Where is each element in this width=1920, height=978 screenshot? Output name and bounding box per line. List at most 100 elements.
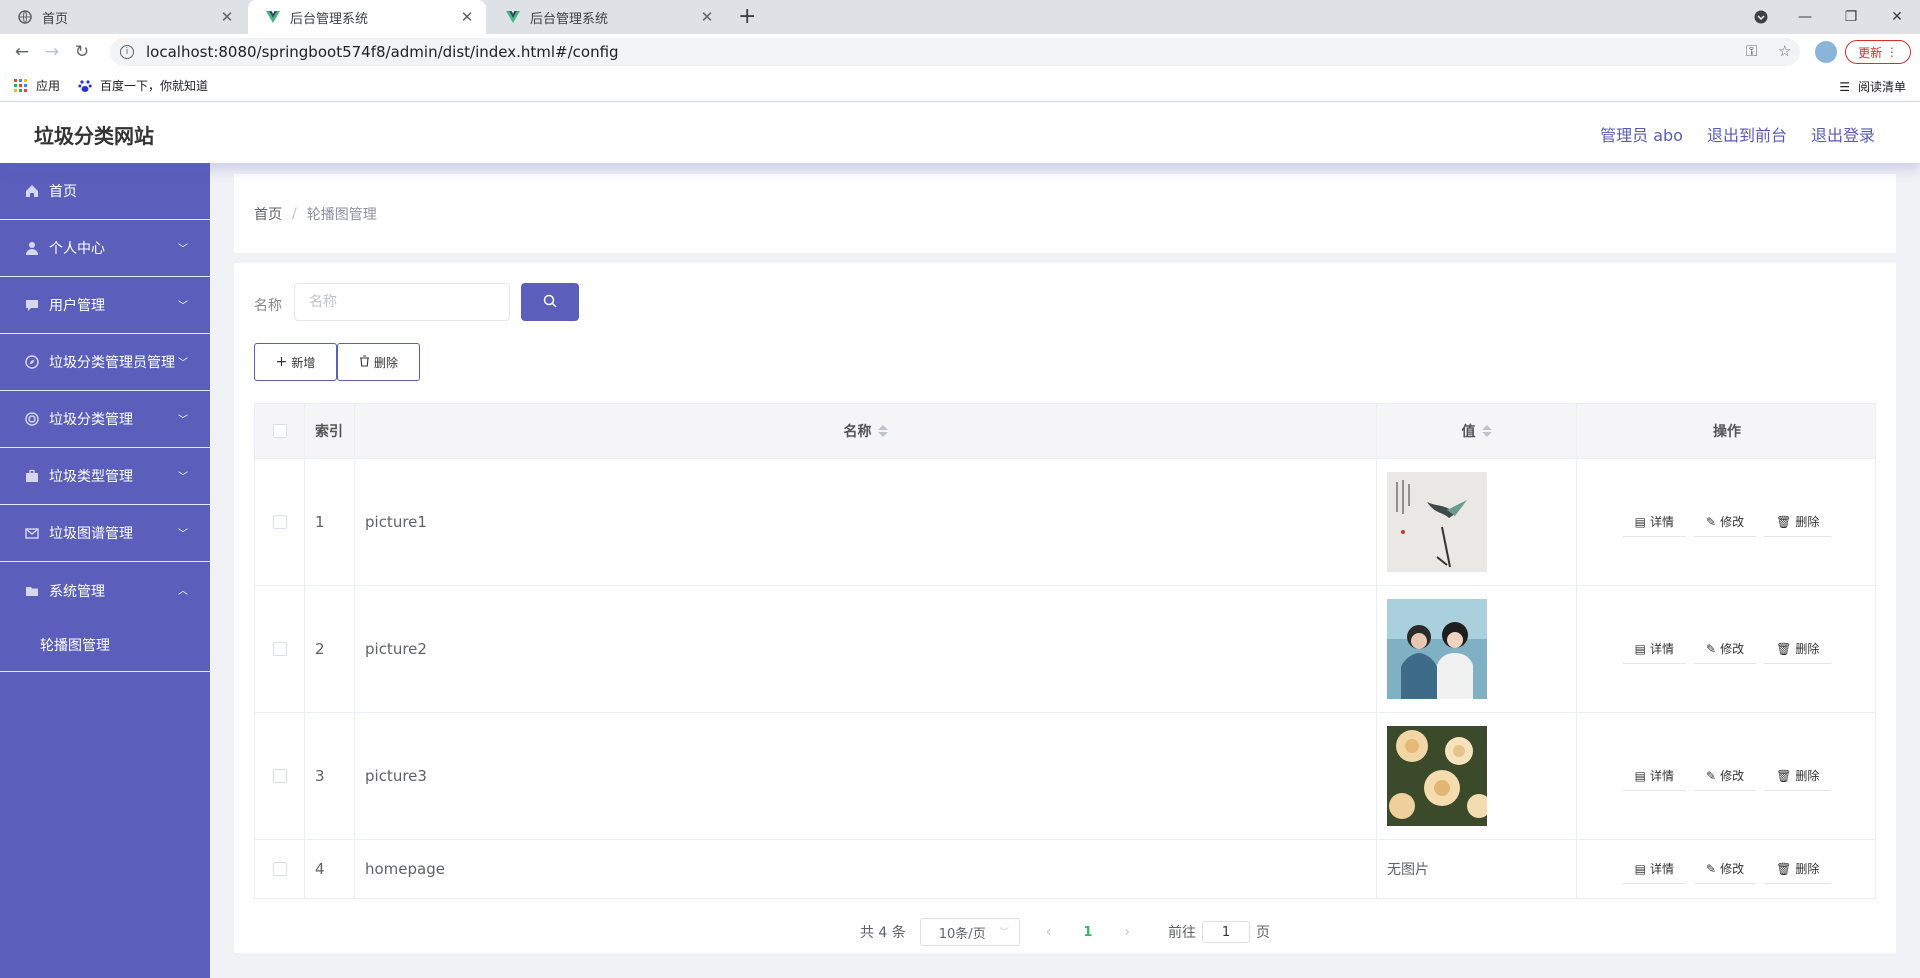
- row-edit-button[interactable]: ✎ 修改: [1694, 854, 1757, 884]
- chevron-down-icon: ﹀: [178, 301, 188, 312]
- url-field[interactable]: i localhost:8080/springboot574f8/admin/d…: [110, 38, 1800, 66]
- bookmarks-bar: 应用 百度一下，你就知道 ☰ 阅读清单: [0, 70, 1920, 102]
- breadcrumb-separator: /: [292, 205, 297, 222]
- header-index: 索引: [305, 404, 355, 458]
- logout-link[interactable]: 退出登录: [1811, 122, 1875, 146]
- tab-search-icon[interactable]: [1738, 0, 1784, 34]
- close-window-icon[interactable]: ✕: [1874, 0, 1920, 34]
- row-delete-button[interactable]: 🗑 删除: [1764, 761, 1832, 791]
- close-tab-icon[interactable]: ✕: [698, 8, 716, 26]
- prev-page-icon[interactable]: ‹: [1046, 924, 1052, 940]
- back-icon[interactable]: ←: [7, 42, 37, 62]
- reading-list[interactable]: ☰ 阅读清单: [1839, 78, 1906, 95]
- sidebar: 首页 个人中心 ﹀ 用户管理 ﹀ 垃圾分类管理员管理 ﹀ 垃圾分类管理 ﹀ 垃圾…: [0, 163, 210, 978]
- search-button[interactable]: [521, 283, 579, 321]
- row-name: picture3: [355, 713, 1377, 839]
- browser-tab-admin-active[interactable]: 后台管理系统 ✕: [248, 0, 486, 34]
- sort-icon[interactable]: [877, 425, 888, 437]
- page-size-select[interactable]: 10条/页 ﹀: [919, 918, 1020, 946]
- row-index: 1: [305, 459, 355, 585]
- forward-icon[interactable]: →: [37, 42, 67, 62]
- folder-icon: [24, 583, 40, 599]
- row-index: 4: [305, 840, 355, 898]
- page-jump-input[interactable]: [1202, 921, 1251, 943]
- row-name: picture1: [355, 459, 1377, 585]
- sidebar-item-sort-manage[interactable]: 垃圾分类管理 ﹀: [0, 391, 210, 448]
- compass-icon: [24, 354, 40, 370]
- row-delete-button[interactable]: 🗑 删除: [1764, 507, 1832, 537]
- row-detail-button[interactable]: ▤ 详情: [1622, 507, 1687, 537]
- trash-icon: 🗑: [1776, 514, 1792, 529]
- chevron-down-icon: ﹀: [999, 928, 1009, 938]
- exit-to-front-link[interactable]: 退出到前台: [1707, 122, 1787, 146]
- row-detail-button[interactable]: ▤ 详情: [1622, 854, 1687, 884]
- row-index: 2: [305, 586, 355, 712]
- browser-tab-home[interactable]: 首页 ✕: [0, 0, 246, 34]
- breadcrumb-home[interactable]: 首页: [254, 204, 282, 224]
- header-name[interactable]: 名称: [355, 404, 1377, 458]
- address-bar: ← → ↻ i localhost:8080/springboot574f8/a…: [0, 34, 1920, 70]
- bookmark-apps[interactable]: 应用: [14, 77, 60, 94]
- carousel-thumbnail-couple-photo: [1387, 599, 1487, 699]
- add-button[interactable]: + 新增: [254, 343, 337, 381]
- row-edit-button[interactable]: ✎ 修改: [1694, 634, 1757, 664]
- sidebar-item-atlas[interactable]: 垃圾图谱管理 ﹀: [0, 505, 210, 562]
- pencil-icon: ✎: [1706, 514, 1717, 529]
- sidebar-item-profile[interactable]: 个人中心 ﹀: [0, 220, 210, 277]
- document-icon: ▤: [1634, 861, 1646, 876]
- apps-grid-icon: [14, 78, 28, 93]
- sidebar-subitem-carousel[interactable]: 轮播图管理: [0, 619, 210, 672]
- pencil-icon: ✎: [1706, 861, 1717, 876]
- new-tab-icon[interactable]: +: [738, 4, 756, 29]
- table-header: 索引 名称 值 操作: [255, 404, 1875, 459]
- admin-user-link[interactable]: 管理员 abo: [1600, 122, 1683, 146]
- row-detail-button[interactable]: ▤ 详情: [1622, 761, 1687, 791]
- sidebar-item-home[interactable]: 首页: [0, 163, 210, 220]
- bookmark-star-icon[interactable]: ☆: [1778, 42, 1791, 60]
- delete-button[interactable]: 删除: [337, 343, 420, 381]
- row-checkbox[interactable]: [272, 642, 287, 656]
- update-button[interactable]: 更新 ⋮: [1845, 40, 1911, 64]
- row-delete-button[interactable]: 🗑 删除: [1764, 634, 1832, 664]
- row-checkbox[interactable]: [272, 862, 287, 876]
- table-row: 2 picture2 ▤ 详情 ✎ 修改 🗑 删除: [255, 586, 1875, 713]
- browser-tab-admin[interactable]: 后台管理系统 ✕: [488, 0, 726, 34]
- table-row: 1 picture1 ▤ 详情 ✎ 修改 🗑 删除: [255, 459, 1875, 586]
- sidebar-item-sort-admins[interactable]: 垃圾分类管理员管理 ﹀: [0, 334, 210, 391]
- pencil-icon: ✎: [1706, 641, 1717, 656]
- row-delete-button[interactable]: 🗑 删除: [1764, 854, 1832, 884]
- header-value[interactable]: 值: [1377, 404, 1577, 458]
- sort-icon[interactable]: [1481, 425, 1492, 437]
- sidebar-item-system[interactable]: 系统管理 ︿: [0, 562, 210, 619]
- row-edit-button[interactable]: ✎ 修改: [1694, 507, 1757, 537]
- next-page-icon[interactable]: ›: [1124, 924, 1130, 940]
- close-tab-icon[interactable]: ✕: [218, 8, 236, 26]
- site-info-icon[interactable]: i: [120, 45, 134, 59]
- key-icon[interactable]: ⚿: [1746, 42, 1757, 60]
- close-tab-icon[interactable]: ✕: [458, 8, 476, 26]
- site-brand: 垃圾分类网站: [34, 124, 154, 148]
- pagination: 共 4 条 10条/页 ﹀ ‹ 1 › 前往 页: [234, 918, 1896, 946]
- select-all-checkbox[interactable]: [272, 424, 287, 438]
- page-number-current[interactable]: 1: [1083, 925, 1092, 940]
- chat-icon: [24, 297, 40, 313]
- bookmark-baidu[interactable]: 百度一下，你就知道: [78, 77, 208, 94]
- profile-avatar[interactable]: [1815, 41, 1837, 63]
- sidebar-item-users[interactable]: 用户管理 ﹀: [0, 277, 210, 334]
- chevron-down-icon: ﹀: [178, 358, 188, 369]
- chevron-down-icon: ﹀: [178, 472, 188, 483]
- row-detail-button[interactable]: ▤ 详情: [1622, 634, 1687, 664]
- search-input[interactable]: [294, 283, 510, 321]
- reload-icon[interactable]: ↻: [67, 42, 97, 62]
- reading-list-icon: ☰: [1839, 79, 1850, 94]
- sidebar-item-types[interactable]: 垃圾类型管理 ﹀: [0, 448, 210, 505]
- minimize-icon[interactable]: —: [1782, 0, 1828, 34]
- row-checkbox[interactable]: [272, 769, 287, 783]
- app-header: 垃圾分类网站 管理员 abo 退出到前台 退出登录: [0, 102, 1920, 163]
- chevron-up-icon: ︿: [178, 586, 188, 597]
- row-checkbox[interactable]: [272, 515, 287, 529]
- document-icon: ▤: [1634, 768, 1646, 783]
- chevron-down-icon: ﹀: [178, 415, 188, 426]
- restore-icon[interactable]: ❐: [1828, 0, 1874, 34]
- row-edit-button[interactable]: ✎ 修改: [1694, 761, 1757, 791]
